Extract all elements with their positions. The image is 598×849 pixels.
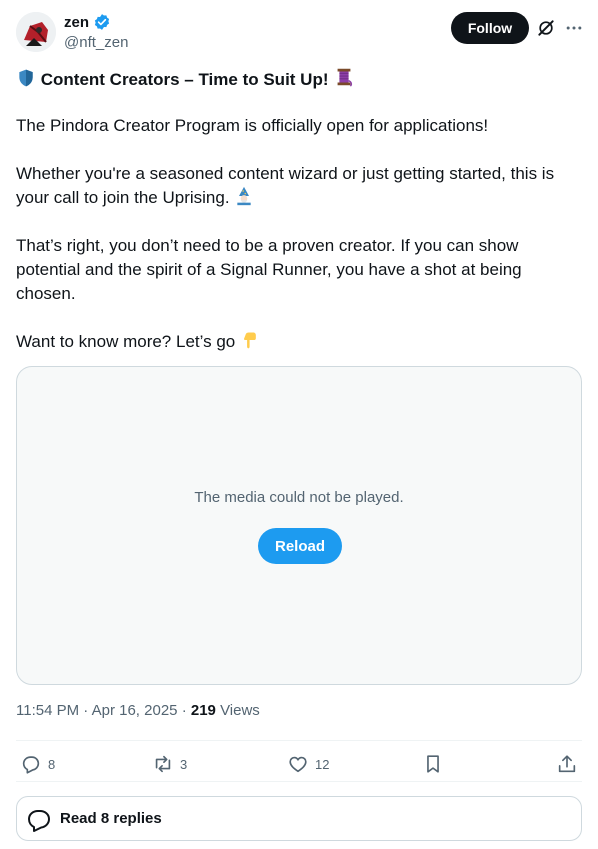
tweet-paragraph-4-text: Want to know more? Let’s go — [16, 332, 236, 351]
repost-button[interactable]: 3 — [152, 752, 187, 776]
meta-separator: · — [83, 702, 89, 719]
meta-separator: · — [181, 702, 187, 719]
tweet-header: zen @nft_zen Follow — [16, 12, 582, 52]
read-replies-button[interactable]: Read 8 replies — [16, 796, 582, 841]
views-count: 219 — [190, 702, 216, 719]
repost-count: 3 — [180, 756, 188, 772]
author-handle[interactable]: @nft_zen — [64, 34, 128, 51]
read-replies-label: Read 8 replies — [60, 810, 162, 827]
repost-icon — [155, 755, 171, 773]
shield-emoji — [16, 68, 36, 95]
reply-button[interactable]: 8 — [20, 752, 55, 776]
follow-button[interactable]: Follow — [451, 12, 529, 44]
heart-icon — [289, 756, 307, 773]
tweet-paragraph-4: Want to know more? Let’s go — [16, 330, 582, 357]
tweet-paragraph-3: That’s right, you don’t need to be a pro… — [16, 236, 522, 303]
like-count: 12 — [315, 756, 330, 772]
tweet-paragraph-1: The Pindora Creator Program is officiall… — [16, 116, 489, 135]
views-label: Views — [220, 702, 260, 719]
share-button[interactable] — [556, 752, 578, 776]
tweet-paragraph-2-text: Whether you're a seasoned content wizard… — [16, 164, 555, 207]
more-options-icon[interactable] — [564, 18, 584, 38]
divider — [16, 781, 582, 782]
media-error-message: The media could not be played. — [194, 489, 404, 506]
media-container[interactable]: The media could not be played. Reload — [16, 366, 582, 685]
thread-spool-emoji — [333, 66, 355, 95]
tweet-time[interactable]: 11:54 PM — [16, 702, 79, 719]
bookmark-button[interactable] — [422, 752, 444, 776]
tweet-date[interactable]: Apr 16, 2025 — [92, 702, 178, 719]
bookmark-icon — [427, 755, 439, 773]
verified-badge-icon[interactable] — [93, 13, 111, 31]
tweet-title: Content Creators – Time to Suit Up! — [16, 66, 582, 95]
like-button[interactable]: 12 — [287, 752, 329, 776]
share-icon — [558, 755, 576, 773]
avatar[interactable] — [16, 12, 56, 52]
reply-count: 8 — [48, 756, 56, 772]
reply-icon — [22, 756, 40, 774]
speech-bubble-icon — [28, 810, 50, 832]
reload-button[interactable]: Reload — [258, 528, 342, 564]
action-bar: 8 3 12 — [16, 752, 582, 776]
tweet-meta: 11:54 PM · Apr 16, 2025 · 219 Views — [16, 701, 260, 721]
author-name[interactable]: zen — [64, 14, 89, 31]
tweet-paragraph-2: Whether you're a seasoned content wizard… — [16, 162, 582, 213]
grok-icon[interactable] — [536, 18, 556, 38]
divider — [16, 740, 582, 741]
pointing-down-emoji — [240, 330, 260, 357]
tweet-title-text: Content Creators – Time to Suit Up! — [40, 70, 329, 89]
wizard-emoji — [234, 186, 254, 213]
